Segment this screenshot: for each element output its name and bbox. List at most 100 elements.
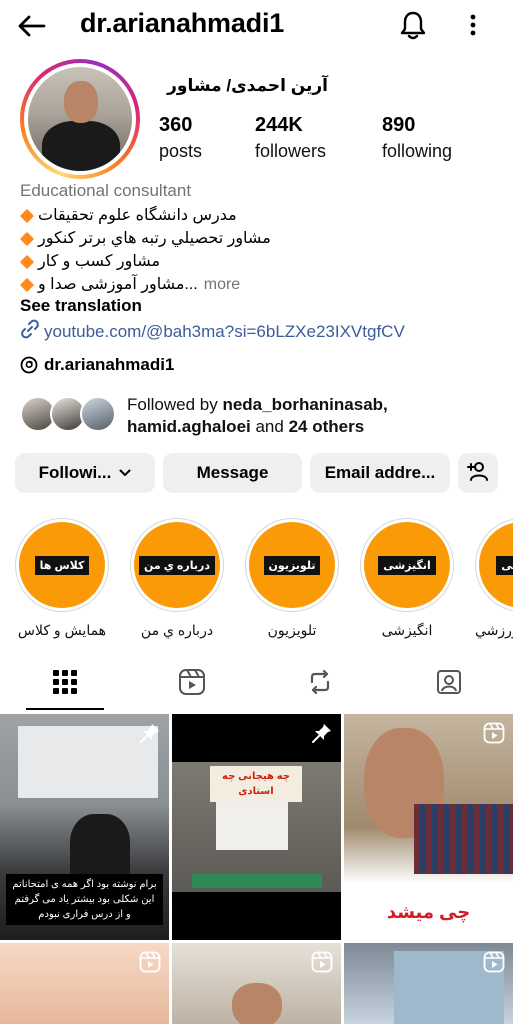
avatar-head-shape bbox=[64, 81, 98, 123]
highlight-cover: تلویزیون bbox=[249, 522, 335, 608]
reel-icon bbox=[483, 951, 505, 973]
highlight-cover: انگیزشی bbox=[364, 522, 450, 608]
post-face-shape bbox=[232, 983, 282, 1024]
highlight-label: همایش و کلاس bbox=[17, 622, 107, 638]
tab-reposts[interactable] bbox=[302, 666, 338, 702]
message-button[interactable]: Message bbox=[163, 453, 302, 493]
avatar-body-shape bbox=[42, 121, 120, 171]
avatar-photo bbox=[28, 67, 132, 171]
tab-reels[interactable] bbox=[174, 666, 210, 702]
profile-external-link[interactable]: youtube.com/@bah3ma?si=6bLZXe23IXVtgfCV bbox=[20, 319, 405, 344]
link-chain-icon bbox=[20, 319, 40, 344]
grid-icon bbox=[52, 669, 78, 700]
highlight-cover: کلاس ها bbox=[19, 522, 105, 608]
post-shirt-shape bbox=[414, 804, 513, 874]
bullet-diamond-icon bbox=[19, 231, 35, 246]
reels-icon bbox=[178, 668, 206, 701]
tab-tagged[interactable] bbox=[431, 666, 467, 702]
post-thumbnail[interactable]: چی میشد bbox=[344, 714, 513, 940]
highlight-cover-tag: انگیزشی bbox=[378, 555, 436, 575]
bio-line: ...مشاور آموزشی صدا و more bbox=[19, 273, 320, 296]
highlight-ring: تلویزیون bbox=[245, 518, 339, 612]
followed-by-prefix: Followed by bbox=[127, 395, 223, 414]
reel-icon bbox=[139, 951, 161, 973]
post-thumbnail[interactable]: برام نوشته بود اگر همه ی امتحاناتم این ش… bbox=[0, 714, 169, 940]
highlight-cover-tag: درباره ي من bbox=[139, 555, 215, 575]
threads-badge[interactable]: dr.arianahmadi1 bbox=[20, 355, 174, 375]
followed-by-user: neda_borhaninasab, bbox=[222, 395, 388, 414]
highlight-cover: ورزشی bbox=[479, 522, 513, 608]
bullet-diamond-icon bbox=[19, 208, 35, 223]
post-whiteboard-shape bbox=[18, 726, 158, 798]
follower-avatar bbox=[80, 396, 116, 432]
story-highlights: کلاس ها همایش و کلاس درباره ي من درباره … bbox=[0, 518, 513, 638]
bio-more-link[interactable]: more bbox=[204, 273, 240, 296]
active-tab-indicator bbox=[26, 708, 104, 710]
message-button-label: Message bbox=[196, 463, 269, 482]
bio-line-text: مدرس دانشگاه علوم تحقیقات bbox=[38, 207, 237, 224]
highlight-label: انگیزشی bbox=[381, 622, 433, 638]
post-thumbnail[interactable] bbox=[0, 943, 169, 1024]
following-button[interactable]: Followi... bbox=[15, 453, 155, 493]
stat-posts[interactable]: 360 posts bbox=[159, 114, 202, 162]
tab-posts-grid[interactable] bbox=[47, 666, 83, 702]
profile-tabs bbox=[0, 658, 513, 710]
email-button-label: Email addre... bbox=[324, 463, 436, 482]
highlight-item[interactable]: انگیزشی انگیزشی bbox=[360, 518, 454, 639]
highlight-item[interactable]: ورزشی ورزشي bbox=[475, 518, 513, 639]
bell-icon[interactable] bbox=[396, 8, 430, 42]
post-caption: چی میشد bbox=[386, 901, 471, 922]
bio-line: مشاور تحصیلي رتبه هاي برتر کنکور bbox=[19, 227, 320, 250]
pin-icon bbox=[139, 722, 161, 744]
suggest-people-button[interactable] bbox=[458, 453, 498, 493]
highlight-label: درباره ي من bbox=[140, 622, 214, 638]
stat-posts-value: 360 bbox=[159, 114, 193, 136]
posts-grid: برام نوشته بود اگر همه ی امتحاناتم این ش… bbox=[0, 714, 513, 1024]
highlight-ring: درباره ي من bbox=[130, 518, 224, 612]
post-thumbnail[interactable] bbox=[172, 943, 341, 1024]
stat-following-value: 890 bbox=[382, 114, 416, 136]
more-options-icon[interactable] bbox=[460, 8, 486, 42]
highlight-item[interactable]: کلاس ها همایش و کلاس bbox=[15, 518, 109, 639]
post-chairs-shape bbox=[192, 874, 322, 888]
followed-by-text: Followed by neda_borhaninasab, hamid.agh… bbox=[127, 394, 388, 438]
stat-followers-value: 244K bbox=[255, 114, 303, 136]
pin-icon bbox=[311, 722, 333, 744]
email-button[interactable]: Email addre... bbox=[310, 453, 450, 493]
profile-username: dr.arianahmadi1 bbox=[80, 8, 285, 38]
bullet-diamond-icon bbox=[19, 254, 35, 269]
profile-full-name: آرین احمدی/ مشاور bbox=[167, 76, 328, 95]
profile-avatar[interactable] bbox=[20, 59, 140, 179]
highlight-item[interactable]: تلویزیون تلویزیون bbox=[245, 518, 339, 639]
top-bar: dr.arianahmadi1 bbox=[0, 0, 513, 52]
followed-by-row[interactable]: Followed by neda_borhaninasab, hamid.agh… bbox=[20, 392, 500, 438]
highlight-cover-tag: تلویزیون bbox=[263, 555, 321, 575]
followed-by-and: and bbox=[250, 417, 289, 436]
highlight-clip: ورزشی ورزشي bbox=[475, 518, 513, 639]
profile-category: Educational consultant bbox=[20, 181, 192, 200]
tagged-person-icon bbox=[435, 668, 463, 701]
highlight-ring: انگیزشی bbox=[360, 518, 454, 612]
profile-bio: مدرس دانشگاه علوم تحقیقات مشاور تحصیلي ر… bbox=[19, 204, 320, 296]
post-thumbnail[interactable]: چه هیجانی چه استادی bbox=[172, 714, 341, 940]
threads-handle: dr.arianahmadi1 bbox=[44, 355, 175, 374]
link-text: youtube.com/@bah3ma?si=6bLZXe23IXVtgfCV bbox=[44, 321, 405, 341]
highlight-label: ورزشي bbox=[475, 622, 513, 638]
highlight-item[interactable]: درباره ي من درباره ي من bbox=[130, 518, 224, 639]
highlight-ring: کلاس ها bbox=[15, 518, 109, 612]
post-caption: برام نوشته بود اگر همه ی امتحاناتم این ش… bbox=[6, 874, 163, 925]
stat-posts-label: posts bbox=[159, 141, 203, 161]
following-button-label: Followi... bbox=[38, 463, 112, 482]
highlight-ring: ورزشی bbox=[475, 518, 513, 612]
post-thumbnail[interactable] bbox=[344, 943, 513, 1024]
chevron-down-icon bbox=[119, 466, 131, 480]
add-person-icon bbox=[467, 461, 489, 486]
avatar-border bbox=[24, 63, 136, 175]
back-arrow-icon[interactable] bbox=[14, 10, 48, 42]
see-translation-link[interactable]: See translation bbox=[20, 296, 142, 316]
bio-line: مدرس دانشگاه علوم تحقیقات bbox=[19, 204, 320, 227]
followed-by-user: hamid.aghaloei bbox=[127, 417, 251, 436]
stat-following[interactable]: 890 following bbox=[382, 114, 452, 162]
stat-followers[interactable]: 244K followers bbox=[255, 114, 326, 162]
highlight-cover-tag: کلاس ها bbox=[34, 555, 90, 575]
